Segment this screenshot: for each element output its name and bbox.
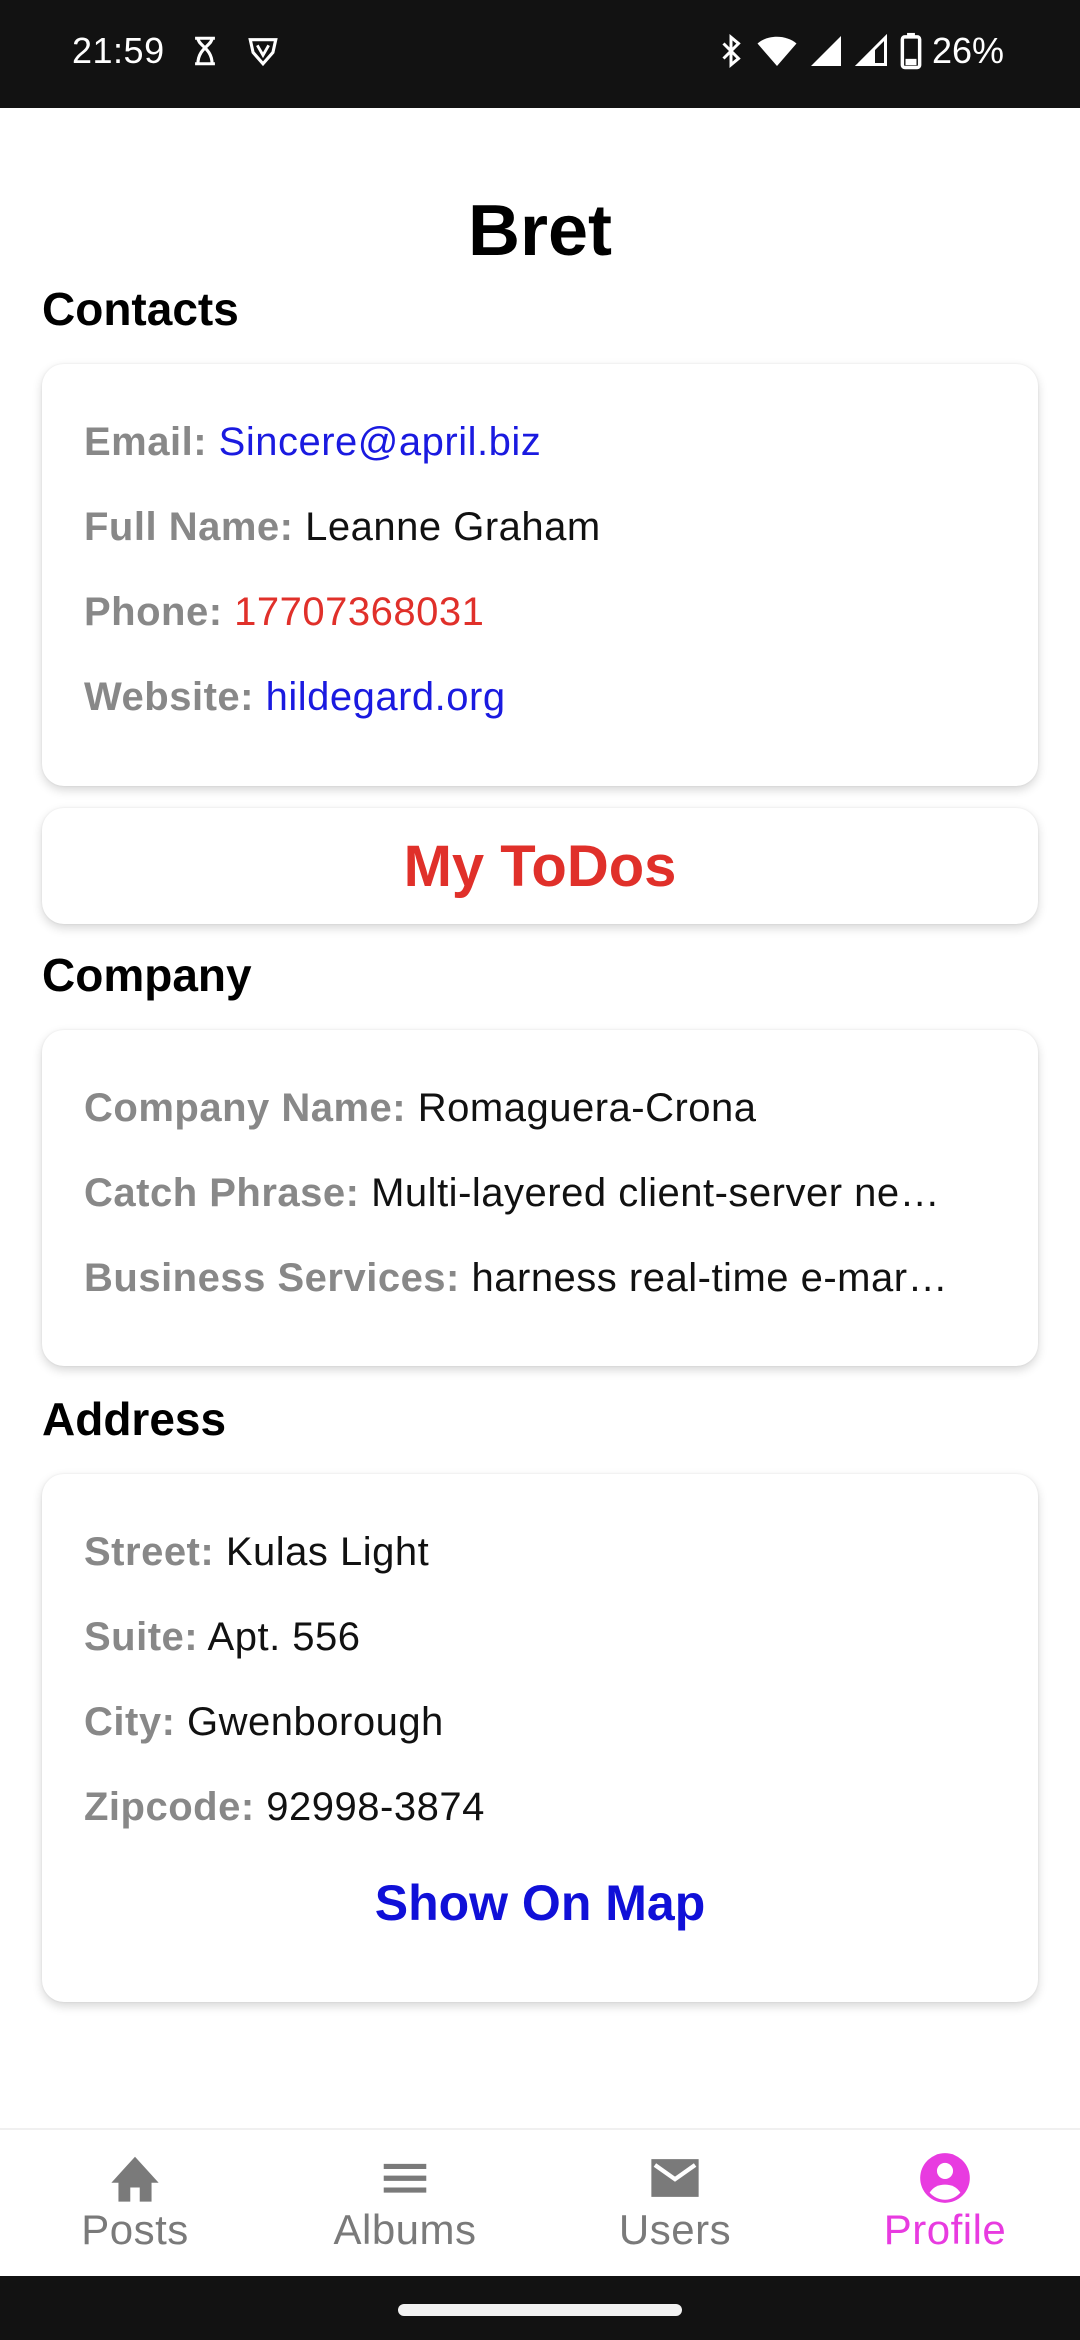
status-bar: 21:59 26% bbox=[0, 0, 1080, 108]
city-row: City: Gwenborough bbox=[84, 1700, 996, 1745]
email-link[interactable]: Sincere@april.biz bbox=[219, 420, 542, 464]
nav-label-posts: Posts bbox=[81, 2206, 189, 2253]
full-name-value: Leanne Graham bbox=[305, 505, 601, 549]
vpn-shield-icon bbox=[248, 38, 278, 67]
suite-value: Apt. 556 bbox=[207, 1615, 361, 1659]
home-icon bbox=[111, 2156, 159, 2202]
company-name-label: Company Name: bbox=[84, 1086, 407, 1130]
nav-label-albums: Albums bbox=[333, 2206, 477, 2253]
battery-icon bbox=[900, 32, 922, 70]
phone-row: Phone: 17707368031 bbox=[84, 590, 996, 635]
account-circle-icon bbox=[920, 2153, 970, 2203]
contacts-section-title: Contacts bbox=[42, 283, 239, 335]
website-row: Website: hildegard.org bbox=[84, 675, 996, 720]
phone-link[interactable]: 17707368031 bbox=[234, 590, 484, 634]
street-row: Street: Kulas Light bbox=[84, 1530, 996, 1575]
zipcode-row: Zipcode: 92998-3874 bbox=[84, 1785, 996, 1830]
zipcode-label: Zipcode: bbox=[84, 1785, 255, 1829]
mail-icon bbox=[651, 2159, 699, 2197]
full-name-row: Full Name: Leanne Graham bbox=[84, 505, 996, 550]
website-label: Website: bbox=[84, 675, 254, 719]
nav-item-albums[interactable]: Albums bbox=[270, 2130, 540, 2276]
bottom-nav: Posts Albums Users Profile bbox=[0, 2128, 1080, 2276]
email-row: Email: Sincere@april.biz bbox=[84, 420, 996, 465]
address-section-title: Address bbox=[42, 1393, 227, 1445]
street-label: Street: bbox=[84, 1530, 215, 1574]
business-services-label: Business Services: bbox=[84, 1256, 460, 1300]
contacts-card: Email: Sincere@april.biz Full Name: Lean… bbox=[42, 364, 1038, 786]
zipcode-value: 92998-3874 bbox=[266, 1785, 485, 1829]
nav-label-users: Users bbox=[618, 2206, 732, 2253]
company-name-value: Romaguera-Crona bbox=[417, 1086, 757, 1130]
home-gesture-handle[interactable] bbox=[398, 2304, 682, 2316]
city-label: City: bbox=[84, 1700, 176, 1744]
signal-icon bbox=[854, 33, 887, 66]
signal-icon bbox=[810, 36, 841, 66]
suite-row: Suite: Apt. 556 bbox=[84, 1615, 996, 1660]
catch-phrase-row: Catch Phrase: Multi-layered client-serve… bbox=[84, 1171, 996, 1216]
menu-icon bbox=[383, 2163, 427, 2193]
email-label: Email: bbox=[84, 420, 208, 464]
status-time: 21:59 bbox=[72, 30, 165, 71]
company-card: Company Name: Romaguera-Crona Catch Phra… bbox=[42, 1030, 1038, 1366]
gesture-bar bbox=[0, 2276, 1080, 2340]
bluetooth-icon bbox=[722, 34, 741, 68]
hourglass-icon bbox=[195, 36, 215, 66]
catch-phrase-label: Catch Phrase: bbox=[84, 1171, 360, 1215]
phone-label: Phone: bbox=[84, 590, 223, 634]
nav-label-profile: Profile bbox=[883, 2206, 1007, 2253]
my-todos-button[interactable]: My ToDos bbox=[42, 808, 1038, 924]
nav-item-posts[interactable]: Posts bbox=[0, 2130, 270, 2276]
my-todos-label: My ToDos bbox=[403, 833, 677, 899]
nav-item-profile[interactable]: Profile bbox=[810, 2130, 1080, 2276]
website-link[interactable]: hildegard.org bbox=[266, 675, 506, 719]
status-right-icons: 26% bbox=[716, 30, 1004, 72]
suite-label: Suite: bbox=[84, 1615, 199, 1659]
page-title: Bret bbox=[467, 191, 613, 271]
company-name-row: Company Name: Romaguera-Crona bbox=[84, 1086, 996, 1131]
city-value: Gwenborough bbox=[187, 1700, 444, 1744]
full-name-label: Full Name: bbox=[84, 505, 294, 549]
company-section-title: Company bbox=[42, 949, 252, 1001]
business-services-row: Business Services: harness real-time e-m… bbox=[84, 1256, 996, 1301]
wifi-icon bbox=[757, 36, 797, 66]
business-services-value: harness real-time e-mar… bbox=[471, 1256, 949, 1300]
nav-item-users[interactable]: Users bbox=[540, 2130, 810, 2276]
catch-phrase-value: Multi-layered client-server ne… bbox=[371, 1171, 941, 1215]
show-on-map-button[interactable]: Show On Map bbox=[42, 1874, 1038, 1932]
status-left-icons bbox=[188, 34, 280, 68]
battery-percent: 26% bbox=[931, 30, 1004, 71]
address-card: Street: Kulas Light Suite: Apt. 556 City… bbox=[42, 1474, 1038, 2002]
street-value: Kulas Light bbox=[225, 1530, 430, 1574]
